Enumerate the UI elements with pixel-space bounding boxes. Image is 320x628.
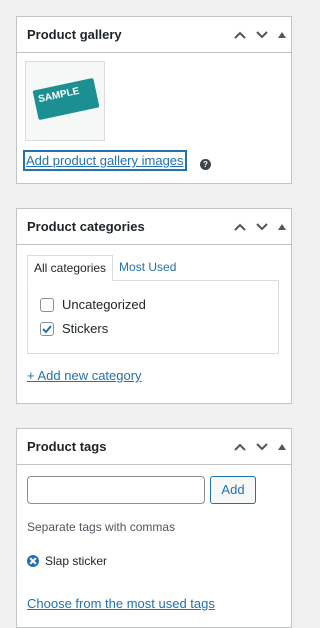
category-checklist: Uncategorized Stickers (27, 280, 279, 354)
product-categories-box: Product categories All categories Most U… (16, 208, 292, 404)
move-up-icon[interactable] (229, 17, 251, 53)
product-tags-title: Product tags (27, 439, 107, 454)
tab-most-used[interactable]: Most Used (113, 255, 182, 281)
move-down-icon[interactable] (251, 429, 273, 465)
collapse-toggle-icon[interactable] (273, 209, 291, 245)
tag-label: Slap sticker (45, 554, 108, 568)
product-gallery-box: Product gallery SAMPLE Add product galle… (16, 16, 292, 184)
category-item-stickers[interactable]: Stickers (40, 321, 108, 336)
product-tags-header: Product tags (17, 429, 291, 465)
add-tag-button[interactable]: Add (210, 476, 256, 504)
tag-item: Slap sticker (27, 554, 107, 568)
move-down-icon[interactable] (251, 17, 273, 53)
category-label: Uncategorized (62, 297, 146, 312)
checkmark-icon (42, 324, 52, 333)
move-up-icon[interactable] (229, 209, 251, 245)
choose-most-used-tags-link[interactable]: Choose from the most used tags (27, 596, 215, 611)
tag-input[interactable] (27, 476, 205, 504)
add-gallery-images-link[interactable]: Add product gallery images (23, 150, 187, 171)
category-tabs: All categories Most Used (27, 255, 182, 281)
category-label: Stickers (62, 321, 109, 336)
help-icon[interactable]: ? (200, 159, 211, 170)
product-gallery-title: Product gallery (27, 27, 122, 42)
product-tags-box: Product tags Add Separate tags with comm… (16, 428, 292, 628)
product-categories-title: Product categories (27, 219, 145, 234)
collapse-toggle-icon[interactable] (273, 429, 291, 465)
category-item-uncategorized[interactable]: Uncategorized (40, 297, 146, 312)
stickers-checkbox[interactable] (40, 321, 54, 336)
tab-all-categories[interactable]: All categories (27, 255, 114, 281)
uncategorized-checkbox[interactable] (40, 297, 54, 312)
gallery-image-thumbnail[interactable]: SAMPLE (25, 61, 105, 141)
product-categories-header: Product categories (17, 209, 291, 245)
collapse-toggle-icon[interactable] (273, 17, 291, 53)
move-down-icon[interactable] (251, 209, 273, 245)
product-gallery-header: Product gallery (17, 17, 291, 53)
add-new-category-link[interactable]: + Add new category (27, 368, 142, 383)
remove-tag-icon[interactable] (27, 555, 39, 567)
move-up-icon[interactable] (229, 429, 251, 465)
tag-hint: Separate tags with commas (27, 520, 176, 534)
